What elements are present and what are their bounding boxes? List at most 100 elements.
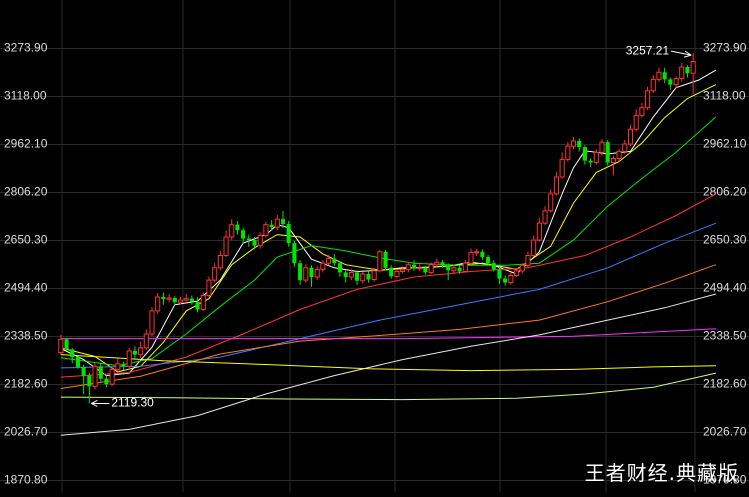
candle-body-up bbox=[559, 158, 565, 178]
candle bbox=[605, 140, 610, 166]
candle-body-down bbox=[491, 263, 496, 270]
candle-body-down bbox=[75, 357, 80, 367]
candle-body-up bbox=[428, 264, 434, 273]
candle-body-up bbox=[553, 176, 559, 195]
candle-body-down bbox=[332, 258, 337, 264]
candle-body-up bbox=[400, 268, 406, 272]
candle-body-down bbox=[582, 147, 587, 161]
y-tick-label-left: 2026.70 bbox=[4, 425, 48, 439]
candle-body-up bbox=[616, 150, 622, 160]
high-label: 3257.21 bbox=[626, 43, 670, 57]
low-label: 2119.30 bbox=[111, 396, 154, 410]
candle-body-up bbox=[519, 264, 525, 272]
candle-body-up bbox=[673, 77, 679, 86]
candle bbox=[109, 366, 115, 387]
candle-body-down bbox=[81, 366, 86, 376]
candle-body-up bbox=[417, 267, 423, 270]
candle-body-down bbox=[383, 251, 388, 268]
candle-body-down bbox=[235, 224, 240, 231]
candle-body-up bbox=[531, 239, 537, 256]
candle-body-up bbox=[138, 347, 144, 356]
candle-body-up bbox=[200, 295, 206, 310]
y-tick-label-left: 2338.50 bbox=[4, 329, 48, 343]
y-tick-label-right: 2026.70 bbox=[703, 425, 747, 439]
y-tick-label-left: 2494.40 bbox=[4, 281, 48, 295]
candle-body-up bbox=[109, 368, 115, 385]
candle-body-down bbox=[172, 297, 177, 303]
candle-body-up bbox=[610, 158, 616, 164]
candle bbox=[126, 347, 132, 368]
candle-body-down bbox=[366, 273, 371, 280]
watermark-text: 王者财经.典藏版 bbox=[584, 461, 739, 485]
candle-body-down bbox=[588, 160, 593, 163]
candle-body-down bbox=[241, 230, 246, 239]
candle-body-up bbox=[656, 71, 662, 80]
candle-body-down bbox=[486, 257, 491, 264]
candle-body-down bbox=[104, 378, 109, 385]
candle-body-up bbox=[508, 274, 514, 284]
candle-body-down bbox=[252, 240, 257, 246]
candle-body-up bbox=[58, 338, 64, 353]
candle-body-down bbox=[269, 224, 274, 228]
candle-body-up bbox=[143, 333, 149, 349]
candle-body-down bbox=[457, 267, 462, 272]
candle-body-up bbox=[360, 273, 366, 282]
candle-body-up bbox=[320, 262, 326, 270]
candle-body-up bbox=[394, 270, 400, 277]
candle-body-up bbox=[650, 78, 656, 92]
candle-body-up bbox=[542, 210, 548, 224]
candle-body-up bbox=[223, 236, 229, 256]
y-tick-label-left: 2962.10 bbox=[4, 137, 48, 151]
candle-body-down bbox=[497, 269, 502, 279]
candle-body-down bbox=[87, 375, 92, 387]
candle-body-down bbox=[343, 272, 348, 278]
y-tick-label-right: 2806.20 bbox=[703, 185, 747, 199]
candle-body-up bbox=[468, 251, 474, 264]
candle-body-up bbox=[274, 218, 280, 228]
candle-body-up bbox=[451, 267, 457, 271]
candle-body-down bbox=[503, 278, 508, 283]
candle-body-down bbox=[662, 72, 667, 80]
candle-body-down bbox=[605, 142, 610, 163]
y-tick-label-right: 2962.10 bbox=[703, 137, 747, 151]
candlestick-chart: 3273.90 3273.90 3118.00 3118.00 2962.10 2962.… bbox=[0, 0, 749, 492]
candle-body-down bbox=[292, 243, 297, 264]
candle-body-down bbox=[577, 140, 582, 148]
candle-body-down bbox=[337, 263, 343, 273]
candle-body-down bbox=[440, 262, 445, 266]
candle-body-up bbox=[229, 224, 235, 238]
candle-body-up bbox=[627, 128, 634, 145]
candle-body-up bbox=[599, 141, 605, 153]
candle-body-up bbox=[314, 268, 320, 278]
y-tick-label-left: 2806.20 bbox=[4, 185, 48, 199]
candle-body-down bbox=[423, 267, 428, 273]
candle-body-down bbox=[161, 297, 166, 300]
candle-body-down bbox=[132, 350, 137, 355]
candle bbox=[377, 249, 383, 273]
candle-body-down bbox=[280, 219, 286, 225]
candle-body-up bbox=[155, 296, 161, 312]
candle-body-down bbox=[668, 79, 673, 85]
candle-body-up bbox=[548, 193, 554, 212]
candle-body-up bbox=[177, 299, 184, 303]
chart-area: 3273.90 3273.90 3118.00 3118.00 2962.10 2962.… bbox=[0, 0, 749, 492]
candle-body-up bbox=[639, 107, 645, 116]
candle-body-down bbox=[189, 298, 194, 302]
candle-body-up bbox=[570, 140, 577, 147]
candle-body-up bbox=[525, 254, 531, 266]
candle-body-down bbox=[98, 366, 103, 379]
candle-body-up bbox=[474, 251, 480, 254]
y-tick-label-right: 2494.40 bbox=[703, 281, 747, 295]
candle-body-down bbox=[195, 301, 200, 310]
candle-body-up bbox=[348, 271, 354, 278]
candle-body-up bbox=[326, 258, 332, 264]
candle-body-down bbox=[246, 238, 251, 241]
candle-body-up bbox=[377, 251, 383, 272]
candle-body-up bbox=[434, 261, 440, 266]
candle-body-up bbox=[593, 151, 599, 164]
candle-body-up bbox=[183, 298, 189, 301]
candle-body-up bbox=[126, 350, 132, 367]
candle bbox=[75, 355, 80, 369]
candle-body-up bbox=[565, 145, 571, 160]
candle-body-up bbox=[217, 254, 223, 269]
